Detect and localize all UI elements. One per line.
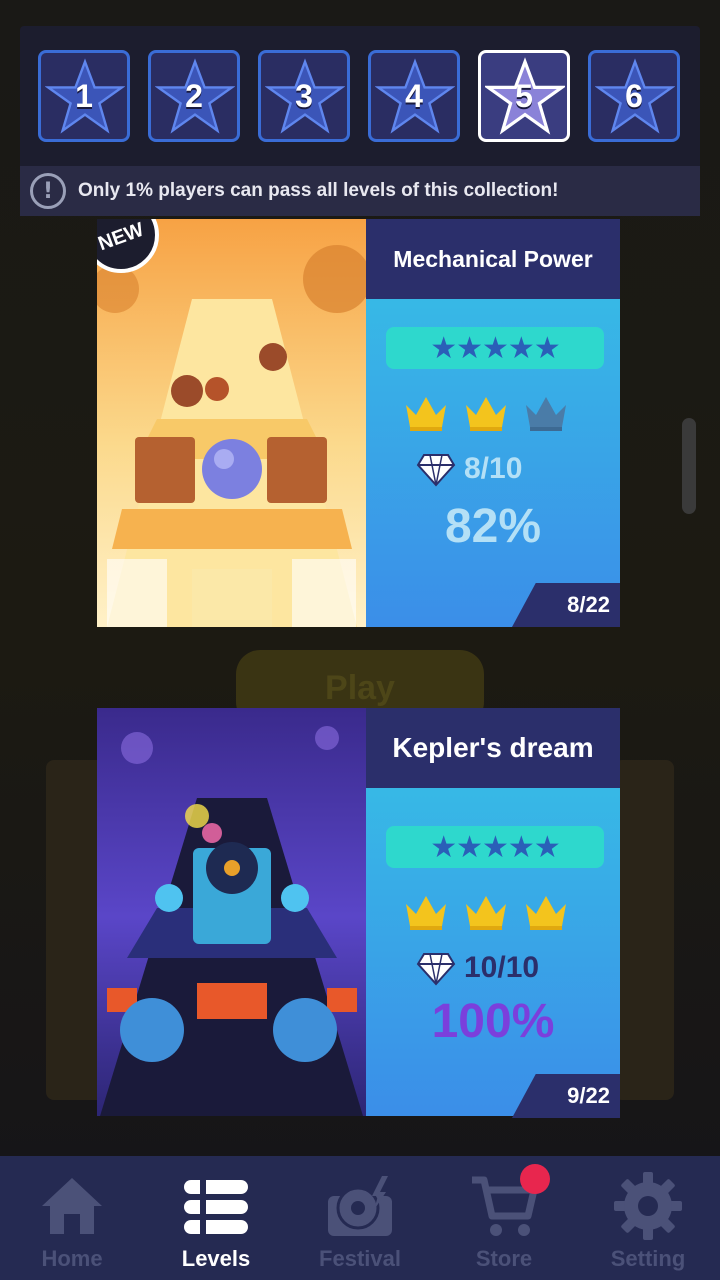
nav-festival[interactable]: Festival	[288, 1156, 432, 1280]
home-icon	[42, 1178, 102, 1234]
crowns-row	[402, 393, 570, 433]
collection-tab-5[interactable]: 5	[478, 50, 570, 142]
song-artwork	[97, 708, 366, 1116]
collection-tab-2[interactable]: 2	[148, 50, 240, 142]
nav-setting[interactable]: Setting	[576, 1156, 720, 1280]
nav-label: Festival	[319, 1246, 401, 1271]
nav-label: Setting	[610, 1246, 686, 1271]
collection-tab-label: 4	[405, 77, 423, 114]
diamond-icon	[416, 454, 456, 487]
progress-percent: 100%	[431, 995, 555, 1048]
song-title: Mechanical Power	[366, 219, 620, 299]
collection-tabs: 1 2 3 4 5 6	[38, 50, 680, 142]
gear-icon	[614, 1172, 682, 1240]
crown-icon-gold	[406, 896, 446, 930]
stars-text: ★★★★★	[430, 829, 560, 865]
collection-tab-label: 1	[75, 77, 93, 114]
nav-label: Store	[475, 1246, 533, 1271]
collection-tab-label: 2	[185, 77, 203, 114]
stars-text: ★★★★★	[430, 330, 560, 366]
difficulty-stars: ★★★★★	[386, 327, 604, 369]
gems-count: 8/10	[464, 452, 523, 485]
turntable-icon	[328, 1176, 392, 1236]
collection-tab-label: 5	[515, 77, 533, 114]
crown-icon-gold	[406, 397, 446, 431]
collection-tab-label: 6	[625, 77, 643, 114]
nav-label: Home	[41, 1246, 103, 1271]
song-title: Kepler's dream	[366, 708, 620, 788]
new-badge: NEW	[97, 219, 159, 273]
gems-count: 10/10	[464, 951, 540, 984]
collection-tab-3[interactable]: 3	[258, 50, 350, 142]
notice-text: Only 1% players can pass all levels of t…	[78, 180, 559, 201]
nav-label: Levels	[181, 1246, 251, 1271]
collection-panel: 1 2 3 4 5 6 ! Only 1% players can pass a…	[20, 26, 700, 216]
difficulty-stars: ★★★★★	[386, 826, 604, 868]
crown-icon-gold	[526, 896, 566, 930]
song-artwork: NEW	[97, 219, 366, 627]
crown-icon-gold	[466, 397, 506, 431]
collection-tab-label: 3	[295, 77, 313, 114]
crown-icon-gold	[466, 896, 506, 930]
collection-tab-4[interactable]: 4	[368, 50, 460, 142]
exclamation-icon: !	[30, 173, 66, 209]
gems-row: 8/10	[416, 449, 522, 489]
list-icon	[184, 1180, 248, 1234]
song-index: 8/22	[512, 583, 620, 627]
background-card-right	[614, 760, 674, 1100]
bottom-nav: Home Levels Festival Store Setting	[0, 1156, 720, 1280]
collection-tab-6[interactable]: 6	[588, 50, 680, 142]
progress-percent: 82%	[444, 500, 542, 553]
diamond-icon	[416, 953, 456, 986]
gems-row: 10/10	[416, 948, 539, 988]
song-card-keplers-dream[interactable]: Kepler's dream ★★★★★ 10/10 100% 9/22	[97, 708, 620, 1118]
nav-home[interactable]: Home	[0, 1156, 144, 1280]
scrollbar[interactable]	[682, 418, 696, 514]
collection-tab-1[interactable]: 1	[38, 50, 130, 142]
song-info-panel: Kepler's dream ★★★★★ 10/10 100% 9/22	[366, 708, 620, 1118]
notification-dot	[520, 1164, 550, 1194]
song-index: 9/22	[512, 1074, 620, 1118]
crown-icon-empty	[526, 397, 566, 431]
nav-store[interactable]: Store	[432, 1156, 576, 1280]
song-info-panel: Mechanical Power ★★★★★ 8/10 82% 8/22	[366, 219, 620, 627]
nav-levels[interactable]: Levels	[144, 1156, 288, 1280]
song-card-mechanical-power[interactable]: NEW Mechanical Power ★★★★★ 8/10 82% 8/22	[97, 219, 620, 627]
crowns-row	[402, 892, 570, 932]
collection-notice: ! Only 1% players can pass all levels of…	[20, 166, 700, 216]
